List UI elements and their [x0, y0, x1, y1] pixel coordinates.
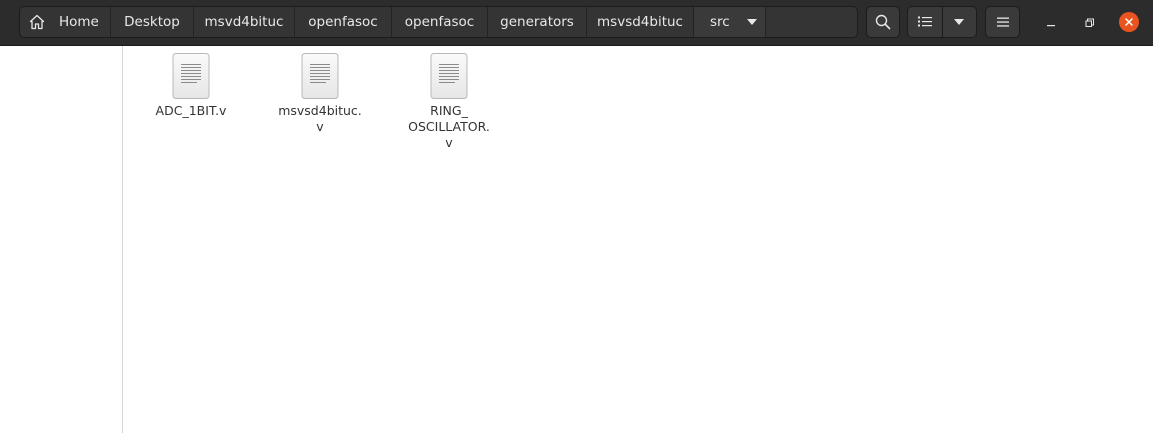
list-view-button[interactable] [908, 7, 942, 37]
text-file-icon [172, 53, 210, 99]
path-crumb-home[interactable]: Home [20, 7, 111, 37]
home-icon [29, 14, 45, 30]
close-icon [1119, 12, 1139, 32]
path-crumb-desktop[interactable]: Desktop [111, 7, 194, 37]
path-bar: Home Desktop msvd4bituc openfasoc openfa… [19, 6, 858, 38]
path-crumb-label: openfasoc [404, 14, 475, 30]
minimize-icon [1047, 25, 1055, 27]
file-name: msvsd4bituc. v [278, 103, 362, 134]
header-bar: Home Desktop msvd4bituc openfasoc openfa… [0, 0, 1153, 46]
text-file-icon [301, 53, 339, 99]
path-crumb-label: Desktop [124, 14, 180, 30]
list-view-icon [917, 16, 932, 27]
search-icon [875, 14, 891, 30]
search-button[interactable] [866, 6, 900, 38]
path-crumb-label: Home [59, 14, 99, 30]
path-crumb-msvsd4bituc[interactable]: msvsd4bituc [587, 7, 694, 37]
view-options-button[interactable] [941, 7, 977, 37]
file-name: RING_ OSCILLATOR. v [408, 103, 490, 150]
file-item[interactable]: msvsd4bituc. v [265, 53, 375, 135]
path-crumb-label: openfasoc [308, 14, 378, 30]
view-toggle-group [907, 6, 977, 38]
text-file-icon [430, 53, 468, 99]
hamburger-menu-icon [996, 17, 1009, 27]
file-name: ADC_1BIT.v [155, 103, 227, 118]
path-crumb-src[interactable]: src [694, 7, 766, 37]
sidebar [0, 46, 123, 433]
main-menu-button[interactable] [985, 6, 1020, 38]
path-crumb-label: msvsd4bituc [597, 14, 683, 30]
path-crumb-label: msvd4bituc [204, 14, 284, 30]
file-item[interactable]: RING_ OSCILLATOR. v [394, 53, 504, 151]
path-crumb-label: generators [500, 14, 574, 30]
minimize-button[interactable] [1041, 13, 1061, 33]
path-crumb-openfasoc-2[interactable]: openfasoc [392, 7, 488, 37]
chevron-down-icon [954, 19, 965, 25]
chevron-down-icon[interactable] [746, 19, 757, 25]
path-crumb-msvd4bituc[interactable]: msvd4bituc [194, 7, 295, 37]
file-view: ADC_1BIT.v msvsd4bituc. v RING_ OSCILLAT… [124, 46, 1153, 433]
restore-button[interactable] [1080, 13, 1100, 33]
path-crumb-label: src [710, 14, 730, 30]
path-crumb-generators[interactable]: generators [488, 7, 587, 37]
path-crumb-openfasoc-1[interactable]: openfasoc [295, 7, 392, 37]
file-item[interactable]: ADC_1BIT.v [136, 53, 246, 119]
close-button[interactable] [1119, 12, 1139, 32]
restore-icon [1085, 18, 1094, 27]
